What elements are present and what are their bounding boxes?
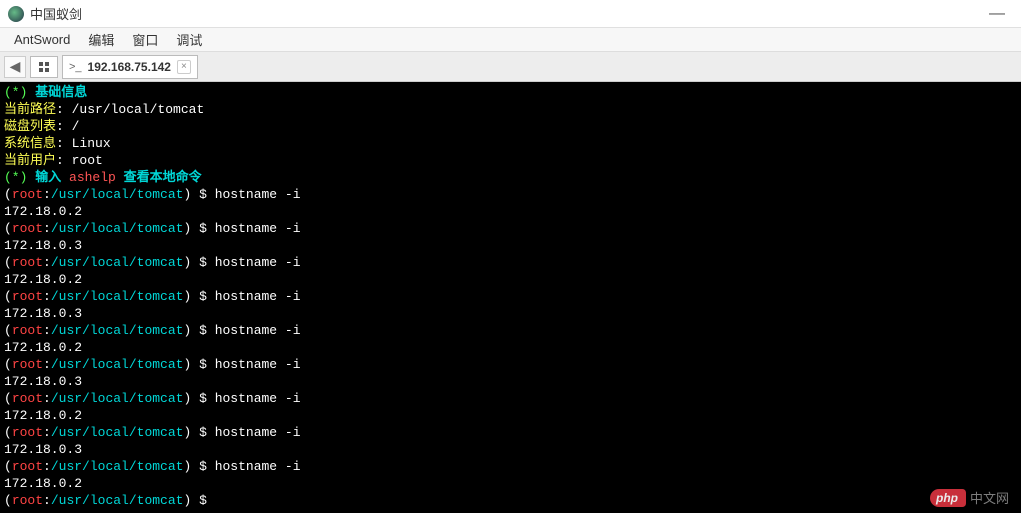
tab-terminal[interactable]: >_ 192.168.75.142 ×: [62, 55, 198, 79]
tab-nav-prev[interactable]: ◀: [4, 56, 26, 78]
terminal-icon: >_: [69, 61, 82, 73]
window-titlebar: 中国蚁剑 —: [0, 0, 1021, 28]
menu-edit[interactable]: 编辑: [80, 28, 122, 51]
terminal-output[interactable]: (*) 基础信息 当前路径: /usr/local/tomcat 磁盘列表: /…: [0, 82, 1021, 513]
tab-overview-button[interactable]: [30, 56, 58, 78]
menu-debug[interactable]: 调试: [168, 28, 210, 51]
menu-window[interactable]: 窗口: [124, 28, 166, 51]
tabbar: ◀ >_ 192.168.75.142 ×: [0, 52, 1021, 82]
grid-icon: [39, 62, 49, 72]
window-title: 中国蚁剑: [30, 4, 981, 23]
menu-antsword[interactable]: AntSword: [6, 30, 78, 49]
menubar: AntSword 编辑 窗口 调试: [0, 28, 1021, 52]
tab-label: 192.168.75.142: [88, 60, 171, 74]
app-icon: [8, 6, 24, 22]
tab-close-button[interactable]: ×: [177, 60, 191, 74]
window-minimize-button[interactable]: —: [981, 5, 1013, 23]
